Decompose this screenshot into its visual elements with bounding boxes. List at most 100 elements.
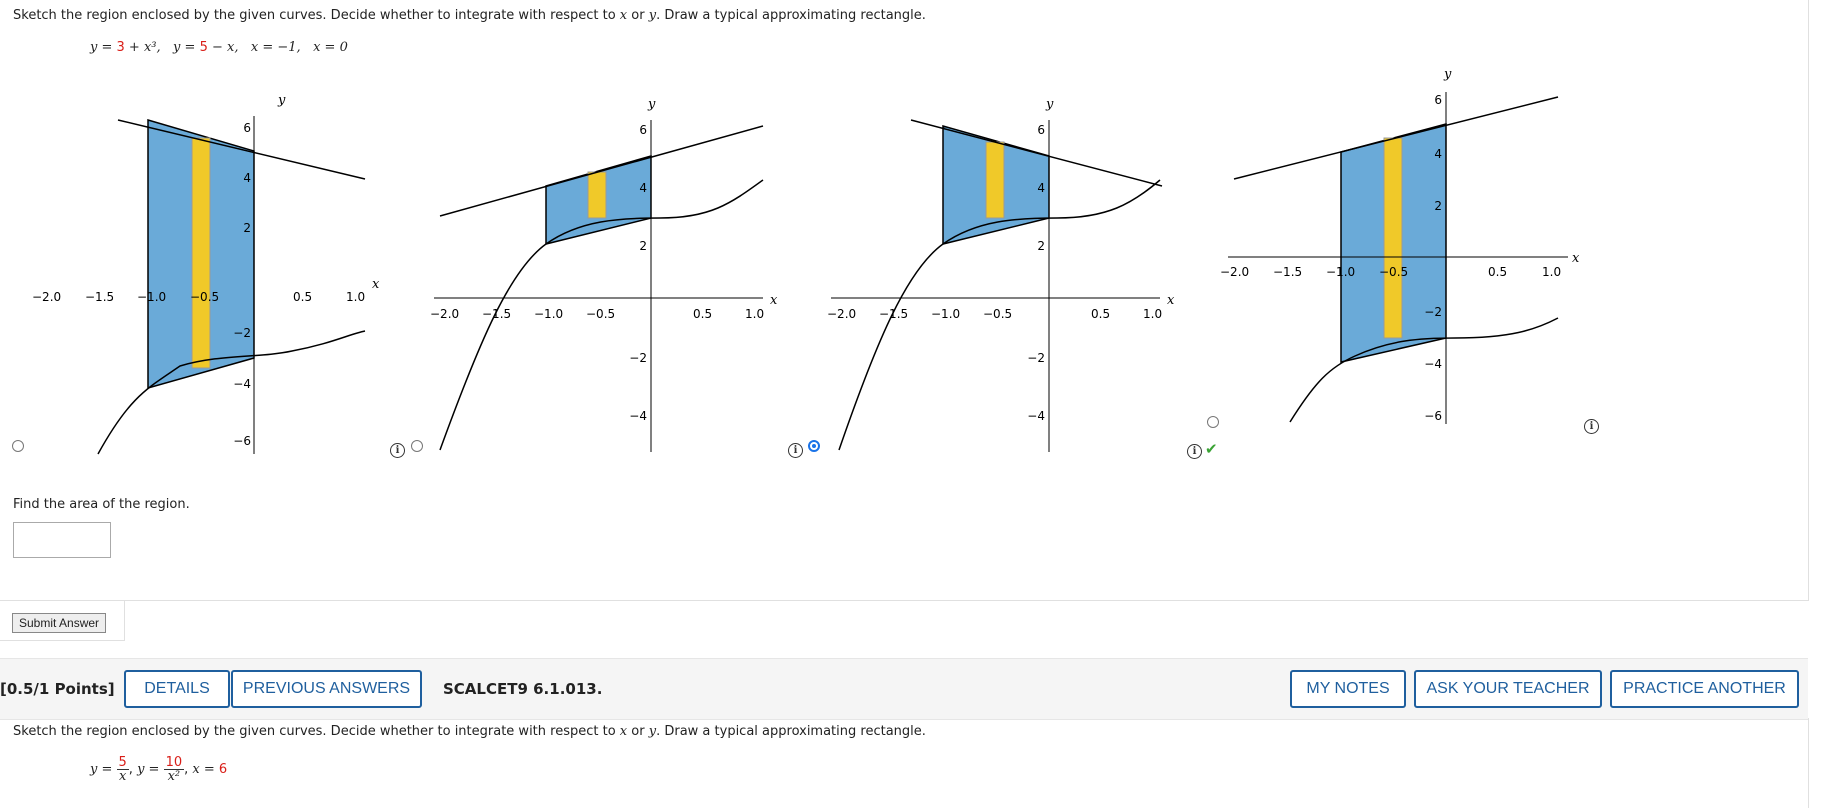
graph-option-2-radio[interactable] [411, 440, 423, 452]
question-1-panel: Sketch the region enclosed by the given … [0, 0, 1809, 601]
formula-y2-constant: 5 [199, 40, 208, 55]
y-tick: 6 [639, 123, 647, 137]
graph-option-4: y x −2.0 −1.5 −1.0 −0.5 0.5 1.0 6 4 2 −2… [1220, 67, 1580, 424]
y-tick: 4 [639, 181, 647, 195]
graph-option-1-radio[interactable] [12, 440, 24, 452]
fraction-numerator: 5 [116, 755, 129, 770]
submit-answer-button[interactable]: Submit Answer [12, 613, 107, 633]
y-tick: 6 [1037, 123, 1045, 137]
x-tick: −1.5 [879, 307, 908, 321]
question-2-instruction: Sketch the region enclosed by the given … [13, 724, 926, 739]
x-tick: −1.0 [1326, 265, 1355, 279]
graph-option-3-info-icon[interactable]: i [788, 443, 803, 458]
fraction-numerator: 10 [163, 755, 185, 770]
practice-another-button[interactable]: PRACTICE ANOTHER [1610, 670, 1799, 708]
approximating-rectangle [985, 141, 1005, 219]
approximating-rectangle [1383, 137, 1403, 339]
y-tick: −2 [1424, 305, 1442, 319]
x-tick: 1.0 [745, 307, 764, 321]
question-1-instruction: Sketch the region enclosed by the given … [13, 8, 926, 23]
x-tick: −1.0 [534, 307, 563, 321]
graph-option-2: y x −2.0 −1.5 −1.0 −0.5 0.5 1.0 6 4 2 −2… [430, 97, 778, 452]
my-notes-button[interactable]: MY NOTES [1290, 670, 1406, 708]
formula-y2-lhs: y = [173, 40, 200, 55]
x-tick: −1.0 [137, 290, 166, 304]
x-axis-label: x [1167, 293, 1175, 308]
y-tick: 4 [1434, 147, 1442, 161]
x-tick-labels: −2.0 −1.5 −1.0 −0.5 0.5 1.0 [430, 307, 764, 321]
approximating-rectangle [587, 171, 607, 219]
formula-x-eq: x = [192, 762, 219, 777]
formula-y2-fraction: 10 x² [163, 755, 185, 783]
x-tick: −0.5 [983, 307, 1012, 321]
question-1-formula: y = 3 + x³, y = 5 − x, x = −1, x = 0 [90, 40, 348, 55]
formula-y1-lhs: y = [90, 762, 117, 777]
y-tick: −6 [233, 434, 251, 448]
y-tick: −2 [629, 351, 647, 365]
x-tick: −2.0 [430, 307, 459, 321]
details-button[interactable]: DETAILS [124, 670, 230, 708]
x-tick: −0.5 [1379, 265, 1408, 279]
fraction-denominator: x [118, 769, 127, 784]
y-axis-label: y [647, 97, 656, 112]
y-tick: 2 [639, 239, 647, 253]
question-2-formula: y = 5x, y = 10 x², x = 6 [90, 756, 227, 783]
reference-label: SCALCET9 6.1.013. [443, 680, 603, 698]
formula-x-value: 6 [218, 762, 228, 777]
formula-y1-rest: + x³, [124, 40, 161, 55]
graph-option-3-plot: y x −2.0 −1.5 −1.0 −0.5 0.5 1.0 6 4 2 −2… [827, 97, 1175, 452]
approximating-rectangle [191, 137, 211, 369]
instruction-text-mid: or [627, 8, 649, 23]
x-tick: −1.0 [931, 307, 960, 321]
graph-option-2-info-icon[interactable]: i [390, 443, 405, 458]
x-axis-label: x [770, 293, 778, 308]
graph-option-4-info-icon[interactable]: i [1187, 444, 1202, 459]
x-tick-labels: −2.0 −1.5 −1.0 −0.5 0.5 1.0 [827, 307, 1162, 321]
y-tick: −4 [1424, 357, 1442, 371]
instruction-var-y: y [648, 8, 657, 23]
formula-x-left: x = −1, [250, 40, 301, 55]
x-tick: 0.5 [693, 307, 712, 321]
x-tick: −2.0 [1220, 265, 1249, 279]
y-tick: 2 [1434, 199, 1442, 213]
y-tick: 2 [1037, 239, 1045, 253]
formula-x-right: x = 0 [313, 40, 348, 55]
graph-option-3-radio[interactable] [808, 440, 820, 452]
x-tick: −0.5 [190, 290, 219, 304]
y-tick: −2 [1027, 351, 1045, 365]
graph-option-4-extra-info-icon[interactable]: i [1584, 419, 1599, 434]
formula-y1-constant: 3 [116, 40, 125, 55]
submit-area: Submit Answer [0, 600, 125, 641]
instruction-text-pre: Sketch the region enclosed by the given … [13, 724, 620, 739]
formula-y2-rest: − x, [207, 40, 239, 55]
x-tick: −1.5 [1273, 265, 1302, 279]
points-label: [0.5/1 Points] [0, 680, 115, 698]
x-tick: 1.0 [346, 290, 365, 304]
y-axis-label: y [277, 93, 286, 108]
x-tick-labels: −2.0 −1.5 −1.0 −0.5 0.5 1.0 [1220, 265, 1561, 279]
y-tick: 4 [1037, 181, 1045, 195]
x-tick: −2.0 [32, 290, 61, 304]
ask-your-teacher-button[interactable]: ASK YOUR TEACHER [1414, 670, 1602, 708]
graph-option-4-radio[interactable] [1207, 416, 1219, 428]
graph-option-1-plot: y x −2.0 −1.5 −1.0 −0.5 0.5 1.0 6 4 2 −2… [32, 93, 380, 455]
graph-option-3: y x −2.0 −1.5 −1.0 −0.5 0.5 1.0 6 4 2 −2… [827, 97, 1175, 452]
y-tick: 6 [243, 121, 251, 135]
y-tick: −4 [629, 409, 647, 423]
x-tick: −1.5 [85, 290, 114, 304]
previous-answers-button[interactable]: PREVIOUS ANSWERS [231, 670, 422, 708]
x-tick: −0.5 [586, 307, 615, 321]
instruction-text-post: . Draw a typical approximating rectangle… [656, 8, 926, 23]
area-answer-input[interactable] [13, 522, 111, 558]
x-tick: −1.5 [482, 307, 511, 321]
x-tick: 0.5 [293, 290, 312, 304]
formula-separator: , [128, 762, 138, 777]
graph-option-2-plot: y x −2.0 −1.5 −1.0 −0.5 0.5 1.0 6 4 2 −2… [430, 97, 778, 452]
x-axis-label: x [372, 277, 380, 292]
formula-y1-fraction: 5x [116, 755, 129, 784]
instruction-var-y: y [648, 724, 657, 739]
y-tick: 2 [243, 221, 251, 235]
x-tick-labels: −2.0 −1.5 −1.0 −0.5 0.5 1.0 [32, 290, 365, 304]
y-tick: −4 [1027, 409, 1045, 423]
x-tick: −2.0 [827, 307, 856, 321]
